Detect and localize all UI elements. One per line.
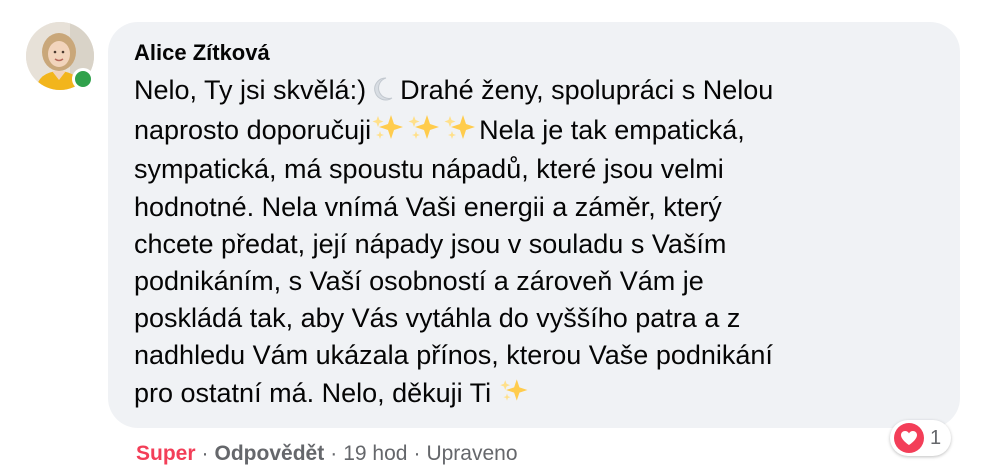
comment-line-9: pro ostatní má. Nelo, děkuji Ti	[134, 375, 934, 414]
reaction-summary[interactable]: 1	[890, 420, 952, 456]
online-status-indicator	[72, 68, 94, 90]
separator: ·	[330, 442, 338, 465]
edited-indicator[interactable]: Upraveno	[426, 442, 517, 465]
heart-icon	[894, 423, 924, 453]
comment-text: Nelo, Ty jsi skvělá:) Drahé ženy, spolupr…	[134, 72, 934, 414]
sparkles-icon	[443, 113, 479, 151]
comment-line-3: sympatická, má spoustu nápadů, které jso…	[134, 154, 724, 185]
comment-line-2: naprosto doporučuji Nela je tak empatická…	[134, 112, 934, 151]
comment-line-1-text-b: Drahé ženy, spolupráci s Nelou	[400, 75, 774, 105]
react-button[interactable]: Super	[136, 442, 196, 465]
comment-container: Alice Zítková Nelo, Ty jsi skvělá:) Drahé…	[0, 0, 982, 474]
comment-line-6: podnikáním, s Vaší osobností a zároveň V…	[134, 266, 704, 297]
separator: ·	[413, 442, 421, 465]
comment-line-4: hodnotné. Nela vnímá Vaši energii a zámě…	[134, 191, 722, 222]
sparkles-icon	[499, 376, 531, 414]
comment-line-5: chcete předat, její nápady jsou v soulad…	[134, 228, 727, 259]
sparkles-icon	[371, 113, 407, 151]
timestamp-link[interactable]: 19 hod	[343, 442, 407, 465]
reaction-count: 1	[930, 426, 942, 449]
separator: ·	[201, 442, 209, 465]
sparkles-icon	[407, 113, 443, 151]
comment-actions: Super · Odpovědět · 19 hod · Upraveno	[136, 440, 518, 468]
comment-author[interactable]: Alice Zítková	[134, 38, 934, 68]
comment-line-1: Nelo, Ty jsi skvělá:) Drahé ženy, spolupr…	[134, 72, 934, 112]
comment-line-7: poskládá tak, aby Vás vytáhla do vyššího…	[134, 303, 741, 334]
comment-line-9-text: pro ostatní má. Nelo, děkuji Ti	[134, 377, 492, 408]
comment-bubble: Alice Zítková Nelo, Ty jsi skvělá:) Drahé…	[108, 22, 960, 428]
reply-button[interactable]: Odpovědět	[215, 442, 325, 465]
comment-line-1-text-a: Nelo, Ty jsi skvělá:)	[134, 75, 367, 105]
comment-line-2-text-b: Nela je tak empatická,	[479, 115, 745, 146]
crescent-moon-icon	[372, 75, 394, 112]
comment-line-2-text-a: naprosto doporučuji	[134, 115, 372, 146]
comment-line-8: nadhledu Vám ukázala přínos, kterou Vaše…	[134, 340, 773, 371]
